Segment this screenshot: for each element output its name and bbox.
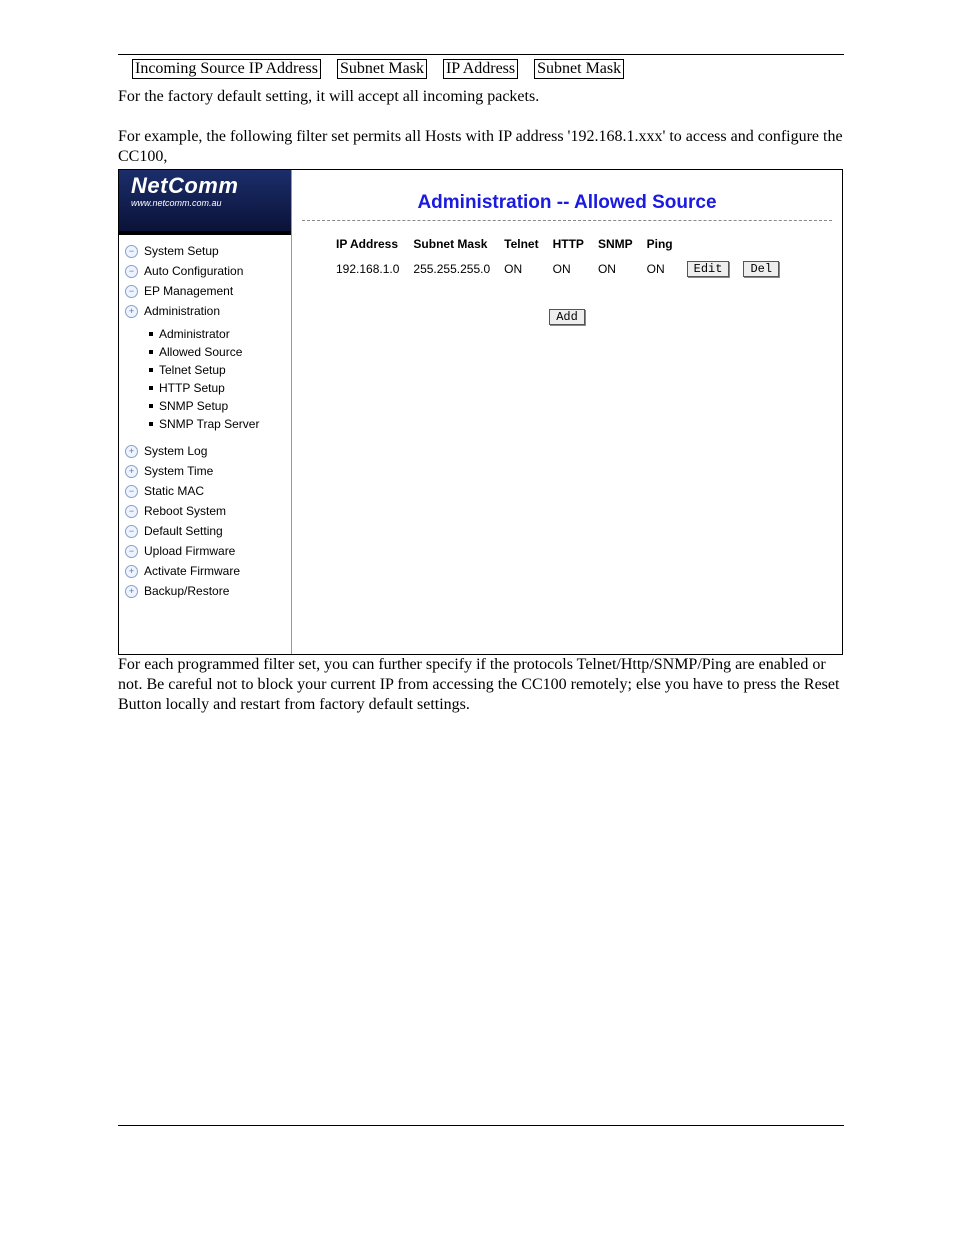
minus-icon: −: [125, 525, 138, 538]
sidebar: NetComm www.netcomm.com.au − System Setu…: [119, 170, 292, 654]
plus-icon: +: [125, 565, 138, 578]
nav-label: Default Setting: [144, 524, 223, 538]
nav-label: Administration: [144, 304, 220, 318]
nav-item-ep-management[interactable]: − EP Management: [119, 281, 291, 301]
logo: NetComm www.netcomm.com.au: [119, 170, 291, 235]
col-telnet: Telnet: [500, 233, 548, 257]
nav-sub-telnet-setup[interactable]: Telnet Setup: [149, 361, 291, 379]
paragraph-example: For example, the following filter set pe…: [118, 127, 844, 167]
minus-icon: −: [125, 545, 138, 558]
nav-sub-label: HTTP Setup: [159, 381, 225, 395]
cell-http: ON: [549, 257, 594, 281]
bullet-icon: [149, 386, 153, 390]
nav-label: EP Management: [144, 284, 233, 298]
nav-label: Upload Firmware: [144, 544, 235, 558]
minus-icon: −: [125, 245, 138, 258]
logo-url: www.netcomm.com.au: [131, 198, 291, 208]
col-mask: Subnet Mask: [409, 233, 500, 257]
top-rule: [118, 54, 844, 55]
nav-label: System Log: [144, 444, 207, 458]
page-title: Administration -- Allowed Source: [302, 192, 832, 214]
bullet-icon: [149, 404, 153, 408]
nav-item-reboot-system[interactable]: − Reboot System: [119, 501, 291, 521]
nav-label: Static MAC: [144, 484, 204, 498]
table-row: 192.168.1.0 255.255.255.0 ON ON ON ON Ed…: [332, 257, 789, 281]
logo-text: NetComm: [131, 176, 291, 197]
cell-ping: ON: [643, 257, 683, 281]
minus-icon: −: [125, 485, 138, 498]
admin-allowed-source-screenshot: NetComm www.netcomm.com.au − System Setu…: [118, 169, 843, 655]
main-pane: Administration -- Allowed Source IP Addr…: [292, 170, 842, 654]
nav-sub-label: Administrator: [159, 327, 230, 341]
nav-item-activate-firmware[interactable]: + Activate Firmware: [119, 561, 291, 581]
add-button[interactable]: Add: [549, 309, 585, 325]
bottom-rule: [118, 1125, 844, 1126]
minus-icon: −: [125, 505, 138, 518]
nav-item-backup-restore[interactable]: + Backup/Restore: [119, 581, 291, 601]
nav-label: Auto Configuration: [144, 264, 243, 278]
nav-sub-snmp-trap-server[interactable]: SNMP Trap Server: [149, 415, 291, 433]
nav-label: Backup/Restore: [144, 584, 229, 598]
minus-icon: −: [125, 265, 138, 278]
nav-item-system-time[interactable]: + System Time: [119, 461, 291, 481]
filters-table: IP Address Subnet Mask Telnet HTTP SNMP …: [332, 233, 789, 281]
nav-label: Activate Firmware: [144, 564, 240, 578]
nav-label: Reboot System: [144, 504, 226, 518]
nav-sub-http-setup[interactable]: HTTP Setup: [149, 379, 291, 397]
header-cell: IP Address: [443, 59, 518, 79]
col-http: HTTP: [549, 233, 594, 257]
col-ping: Ping: [643, 233, 683, 257]
nav-sub-label: SNMP Setup: [159, 399, 228, 413]
nav-label: System Setup: [144, 244, 219, 258]
nav-sublist-administration: Administrator Allowed Source Telnet Setu…: [119, 321, 291, 441]
nav-sub-label: Allowed Source: [159, 345, 242, 359]
nav-label: System Time: [144, 464, 213, 478]
plus-icon: +: [125, 445, 138, 458]
bullet-icon: [149, 422, 153, 426]
plus-icon: +: [125, 465, 138, 478]
col-ip: IP Address: [332, 233, 409, 257]
paragraph-default: For the factory default setting, it will…: [118, 87, 844, 107]
del-button[interactable]: Del: [743, 261, 779, 277]
paragraph-note: For each programmed filter set, you can …: [118, 655, 844, 715]
nav-tree[interactable]: − System Setup − Auto Configuration − EP…: [119, 235, 291, 655]
cell-ip: 192.168.1.0: [332, 257, 409, 281]
plus-icon: +: [125, 305, 138, 318]
nav-item-administration[interactable]: + Administration: [119, 301, 291, 321]
bullet-icon: [149, 350, 153, 354]
bullet-icon: [149, 368, 153, 372]
plus-icon: +: [125, 585, 138, 598]
dashed-rule: [302, 220, 832, 221]
cell-snmp: ON: [594, 257, 643, 281]
edit-button[interactable]: Edit: [687, 261, 730, 277]
header-cells-row: Incoming Source IP Address Subnet Mask I…: [132, 59, 844, 79]
bullet-icon: [149, 332, 153, 336]
nav-sub-label: Telnet Setup: [159, 363, 226, 377]
nav-item-upload-firmware[interactable]: − Upload Firmware: [119, 541, 291, 561]
nav-item-system-setup[interactable]: − System Setup: [119, 241, 291, 261]
header-cell: Subnet Mask: [534, 59, 624, 79]
header-cell: Subnet Mask: [337, 59, 427, 79]
cell-telnet: ON: [500, 257, 548, 281]
nav-item-auto-configuration[interactable]: − Auto Configuration: [119, 261, 291, 281]
table-header-row: IP Address Subnet Mask Telnet HTTP SNMP …: [332, 233, 789, 257]
nav-sub-snmp-setup[interactable]: SNMP Setup: [149, 397, 291, 415]
nav-sub-label: SNMP Trap Server: [159, 417, 259, 431]
header-cell: Incoming Source IP Address: [132, 59, 321, 79]
nav-sub-administrator[interactable]: Administrator: [149, 325, 291, 343]
cell-mask: 255.255.255.0: [409, 257, 500, 281]
nav-item-system-log[interactable]: + System Log: [119, 441, 291, 461]
nav-item-default-setting[interactable]: − Default Setting: [119, 521, 291, 541]
col-snmp: SNMP: [594, 233, 643, 257]
nav-sub-allowed-source[interactable]: Allowed Source: [149, 343, 291, 361]
minus-icon: −: [125, 285, 138, 298]
nav-item-static-mac[interactable]: − Static MAC: [119, 481, 291, 501]
